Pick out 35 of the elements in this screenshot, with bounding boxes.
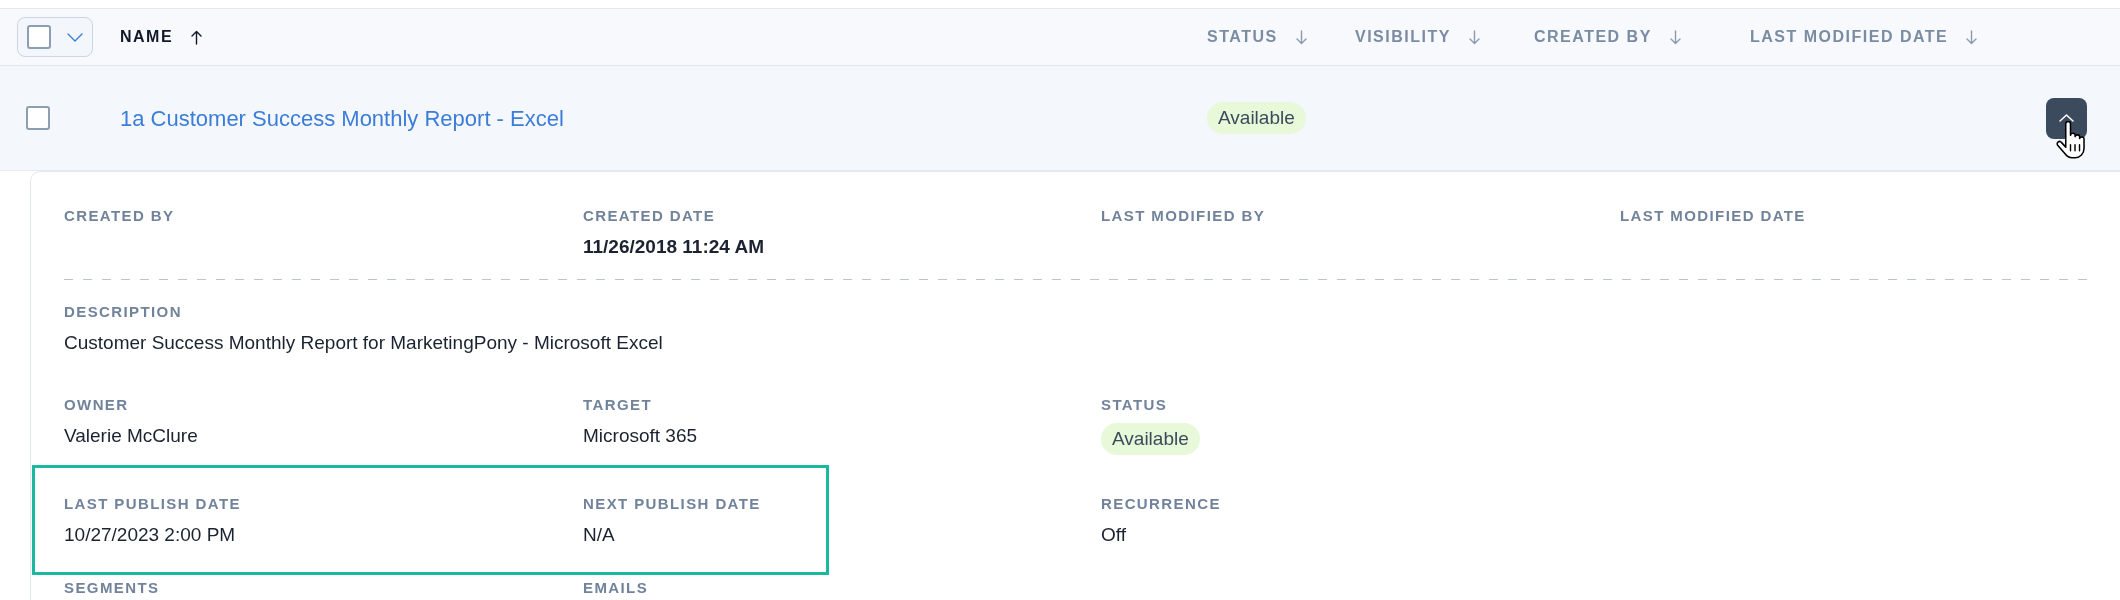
field-label: CREATED DATE bbox=[583, 208, 716, 224]
column-header[interactable]: CREATED BY bbox=[1534, 28, 1681, 46]
field-value: Valerie McClure bbox=[64, 424, 198, 448]
field-label: DESCRIPTION bbox=[64, 304, 182, 320]
field-value: 10/27/2023 2:00 PM bbox=[64, 523, 236, 547]
field-label: SEGMENTS bbox=[64, 580, 160, 596]
field-label: TARGET bbox=[583, 397, 652, 413]
field-value: Customer Success Monthly Report for MarketingPony - Microsoft Excel bbox=[64, 331, 663, 355]
field-label: OWNER bbox=[64, 397, 129, 413]
chevron-up-icon bbox=[2059, 114, 2074, 122]
field-label: STATUS bbox=[1101, 397, 1168, 413]
field-label: RECURRENCE bbox=[1101, 496, 1221, 512]
field-label: NEXT PUBLISH DATE bbox=[583, 496, 761, 512]
report-name-link[interactable]: 1a Customer Success Monthly Report - Excel bbox=[120, 105, 564, 131]
field-value: Off bbox=[1101, 523, 1126, 547]
column-header[interactable]: STATUS bbox=[1207, 28, 1307, 46]
select-all-dropdown[interactable] bbox=[17, 17, 93, 57]
field-value: 11/26/2018 11:24 AM bbox=[583, 235, 764, 259]
chevron-down-icon bbox=[67, 32, 83, 42]
checkbox[interactable] bbox=[27, 25, 51, 49]
field-label: CREATED BY bbox=[64, 208, 175, 224]
field-value: N/A bbox=[583, 523, 615, 547]
field-value: Microsoft 365 bbox=[583, 424, 698, 448]
column-header[interactable]: LAST MODIFIED DATE bbox=[1750, 28, 1978, 46]
field-label: LAST MODIFIED BY bbox=[1101, 208, 1266, 224]
column-header[interactable]: NAME bbox=[120, 28, 203, 46]
status-badge: Available bbox=[1207, 102, 1306, 134]
status-badge: Available bbox=[1101, 423, 1200, 455]
field-label: LAST MODIFIED DATE bbox=[1620, 208, 1806, 224]
column-header[interactable]: VISIBILITY bbox=[1355, 28, 1480, 46]
field-label: LAST PUBLISH DATE bbox=[64, 496, 241, 512]
collapse-button[interactable] bbox=[2046, 97, 2087, 139]
row-checkbox[interactable] bbox=[26, 106, 50, 130]
field-label: EMAILS bbox=[583, 580, 649, 596]
hand-cursor-icon bbox=[2056, 120, 2085, 159]
